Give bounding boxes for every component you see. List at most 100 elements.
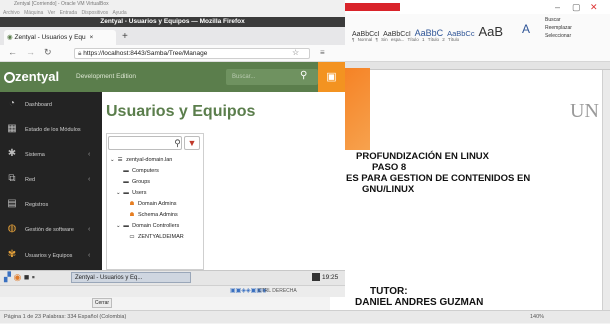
- document-scrollbar[interactable]: [602, 70, 610, 310]
- search-icon[interactable]: ⚲: [300, 70, 307, 81]
- files-launcher-icon[interactable]: ▪: [32, 272, 35, 282]
- forward-icon[interactable]: →: [26, 47, 35, 57]
- vm-titlebar: Zentyal [Corriendo] - Oracle VM VirtualB…: [0, 0, 345, 9]
- page-title: Usuarios y Equipos: [106, 103, 256, 120]
- sidebar-item-dashboard[interactable]: ◔ Dashboard: [0, 94, 102, 116]
- group-icon: ☗: [129, 201, 135, 207]
- sidebar-item-label: Red: [25, 176, 36, 183]
- sidebar-item-label: Sistema: [25, 151, 45, 158]
- start-menu-icon[interactable]: ▞: [4, 272, 11, 282]
- tree-node-domain-admins[interactable]: ☗ Domain Admins: [128, 200, 177, 208]
- new-tab-icon[interactable]: +: [122, 31, 128, 42]
- back-icon[interactable]: ←: [8, 47, 17, 57]
- tree-search-input[interactable]: [108, 136, 182, 150]
- tree-node-computers[interactable]: ▬ Computers: [122, 167, 159, 175]
- tray-icon[interactable]: [312, 273, 320, 281]
- word-close-icon[interactable]: ✕: [590, 1, 598, 13]
- find-button[interactable]: Buscar: [545, 16, 572, 24]
- software-icon: ◍: [7, 223, 17, 234]
- collapse-icon[interactable]: ⌄: [116, 223, 121, 229]
- university-logo: UN: [570, 100, 599, 122]
- sidebar-item-label: Usuarios y Equipos: [25, 252, 73, 259]
- computer-icon: ▭: [129, 234, 135, 240]
- zentyal-sidebar: ◔ Dashboard ▦ Estado de los Módulos ✱ Si…: [0, 92, 102, 270]
- taskbar-app-button[interactable]: Zentyal - Usuarios y Eq...: [71, 272, 191, 283]
- tree-node-label: Groups: [132, 179, 151, 185]
- sidebar-item-usuarios[interactable]: ✾ Usuarios y Equipos ‹: [0, 245, 102, 267]
- tree-node-groups[interactable]: ▬ Groups: [122, 178, 150, 186]
- close-button[interactable]: Cerrar: [92, 298, 112, 308]
- sidebar-item-red[interactable]: ⧉ Red ‹: [0, 169, 102, 191]
- tree-node-schema-admins[interactable]: ☗ Schema Admins: [128, 211, 178, 219]
- bookmark-star-icon[interactable]: ☆: [292, 48, 299, 57]
- search-icon[interactable]: ⚲: [172, 137, 183, 149]
- taskbar-app-label: Zentyal - Usuarios y Eq...: [75, 275, 143, 281]
- tree-node-label: zentyal-domain.lan: [126, 157, 173, 163]
- chevron-icon: ‹: [88, 252, 91, 259]
- word-minimize-icon[interactable]: –: [555, 1, 560, 13]
- doc-line-5: TUTOR:: [370, 286, 408, 297]
- modules-icon: ▦: [7, 123, 17, 134]
- tree-node-label: Domain Admins: [138, 201, 177, 207]
- word-status-bar: Página 1 de 23 Palabras: 334 Español (Co…: [0, 310, 610, 323]
- url-bar[interactable]: 🔒︎ https://localhost:8443/Samba/Tree/Man…: [74, 48, 310, 59]
- filter-icon[interactable]: ▼: [184, 136, 200, 150]
- tree-node-dc-host[interactable]: ▭ ZENTYALDEIMAR: [128, 233, 183, 241]
- sidebar-item-software[interactable]: ◍ Gestión de software ‹: [0, 219, 102, 241]
- style-names-row: ¶ Normal ¶ Sin espa... Título 1 Título 2…: [352, 37, 459, 42]
- folder-icon: ▬: [123, 179, 129, 185]
- style-name-title: Título: [447, 37, 460, 42]
- reload-icon[interactable]: ↻: [44, 47, 52, 58]
- firefox-window-title: Zentyal - Usuarios y Equipos — Mozilla F…: [100, 18, 245, 25]
- object-detail-panel: [204, 133, 345, 270]
- menu-ver[interactable]: Ver: [48, 10, 56, 16]
- zentyal-search-placeholder: Buscar...: [232, 74, 256, 80]
- tree-node-label: Schema Admins: [138, 212, 178, 218]
- word-ruler[interactable]: [330, 62, 610, 70]
- firefox-launcher-icon[interactable]: ◉: [13, 272, 21, 282]
- zentyal-logo[interactable]: zentyal: [4, 68, 59, 86]
- menu-dispositivos[interactable]: Dispositivos: [81, 10, 108, 16]
- tab-close-icon[interactable]: ×: [89, 34, 93, 41]
- style-title[interactable]: AaB: [478, 24, 503, 39]
- launcher-icons[interactable]: ▞ ◉ ■ ▪: [4, 272, 35, 283]
- chevron-icon: ‹: [88, 226, 91, 233]
- chevron-icon: ‹: [88, 151, 91, 158]
- firefox-menu-icon[interactable]: ≡: [320, 48, 325, 57]
- select-button[interactable]: Seleccionar: [545, 32, 572, 40]
- terminal-launcher-icon[interactable]: ■: [24, 272, 29, 282]
- change-styles-icon[interactable]: A: [522, 22, 530, 36]
- collapse-icon[interactable]: ⌄: [110, 157, 115, 163]
- firefox-tab-label: Zentyal - Usuarios y Equ: [14, 34, 86, 41]
- clock[interactable]: 19:25: [322, 271, 338, 284]
- tree-node-domain-controllers[interactable]: ⌄ ▬ Domain Controllers: [116, 222, 179, 230]
- doc-line-2: PASO 8: [372, 162, 407, 173]
- word-restore-icon[interactable]: ▢: [572, 1, 581, 13]
- style-name-normal: ¶ Normal: [352, 37, 373, 42]
- firefox-tab[interactable]: ◉ Zentyal - Usuarios y Equ ×: [4, 30, 116, 45]
- host-key: CTRL DERECHA: [258, 288, 297, 294]
- menu-entrada[interactable]: Entrada: [60, 10, 78, 16]
- tree-node-users[interactable]: ⌄ ▬ Users: [116, 189, 147, 197]
- replace-button[interactable]: Reemplazar: [545, 24, 572, 32]
- lock-icon: 🔒︎: [78, 50, 82, 57]
- zentyal-brand-text: zentyal: [15, 69, 60, 84]
- folder-icon: ▬: [123, 168, 129, 174]
- sidebar-item-label: Dashboard: [25, 101, 52, 108]
- network-icon: ⧉: [8, 173, 16, 184]
- sidebar-item-sistema[interactable]: ✱ Sistema ‹: [0, 144, 102, 166]
- collapse-icon[interactable]: ⌄: [116, 190, 121, 196]
- save-changes-button[interactable]: ▣: [318, 62, 345, 92]
- zoom-level[interactable]: 140%: [530, 311, 544, 324]
- menu-archivo[interactable]: Archivo: [3, 10, 20, 16]
- tree-node-domain[interactable]: ⌄ ☰ zentyal-domain.lan: [110, 156, 172, 164]
- menu-maquina[interactable]: Máquina: [24, 10, 43, 16]
- menu-ayuda[interactable]: Ayuda: [113, 10, 127, 16]
- sidebar-item-label: Gestión de software: [25, 226, 74, 233]
- sidebar-item-registros[interactable]: ▤ Registros: [0, 194, 102, 216]
- vm-title-text: Zentyal [Corriendo] - Oracle VM VirtualB…: [14, 1, 109, 7]
- tree-node-label: Users: [132, 190, 147, 196]
- style-name-heading-2: Título 2: [427, 37, 445, 42]
- word-context-tab[interactable]: [336, 3, 400, 11]
- sidebar-item-modules[interactable]: ▦ Estado de los Módulos: [0, 119, 102, 141]
